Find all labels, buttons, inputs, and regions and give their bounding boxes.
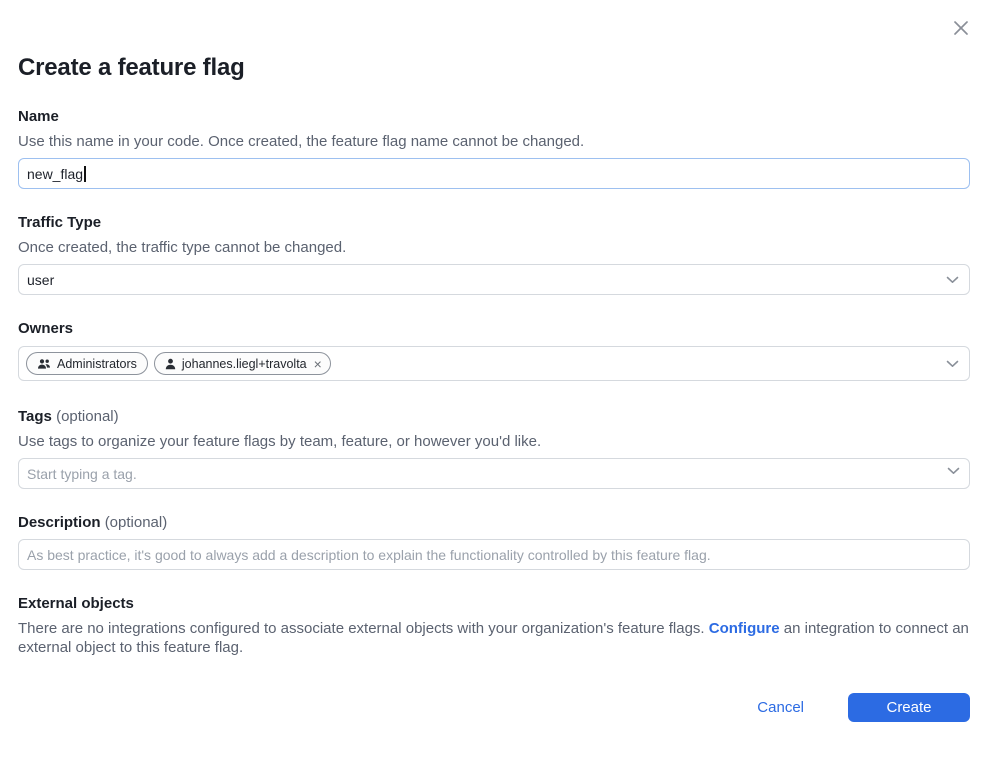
create-button[interactable]: Create (848, 693, 970, 722)
tags-help-text: Use tags to organize your feature flags … (18, 433, 970, 451)
group-icon (37, 358, 51, 370)
owner-chip-user: johannes.liegl+travolta × (154, 352, 331, 375)
remove-icon[interactable]: × (314, 357, 322, 371)
create-feature-flag-modal: Create a feature flag Name Use this name… (0, 0, 988, 763)
configure-link[interactable]: Configure (709, 620, 780, 637)
owner-chip-administrators: Administrators (26, 352, 148, 375)
owners-select[interactable]: Administrators johannes.liegl+travolta × (18, 346, 970, 381)
description-optional-label: (optional) (105, 514, 168, 531)
page-title: Create a feature flag (18, 0, 970, 82)
tags-label: Tags (optional) (18, 408, 970, 425)
chevron-down-icon (946, 360, 959, 368)
chevron-down-icon (946, 276, 959, 284)
name-help-text: Use this name in your code. Once created… (18, 133, 970, 151)
name-label: Name (18, 108, 970, 125)
owners-label: Owners (18, 320, 970, 337)
description-label: Description (optional) (18, 514, 970, 531)
cancel-button[interactable]: Cancel (757, 699, 804, 716)
name-input[interactable]: new_flag (18, 158, 970, 189)
external-objects-text: There are no integrations configured to … (18, 620, 970, 657)
name-input-value: new_flag (27, 166, 83, 182)
traffic-type-select[interactable]: user (18, 264, 970, 295)
modal-footer: Cancel Create (757, 693, 970, 722)
close-icon (951, 18, 971, 38)
external-objects-label: External objects (18, 595, 970, 612)
owner-chip-label: johannes.liegl+travolta (182, 357, 307, 371)
text-caret (84, 166, 86, 182)
traffic-type-label: Traffic Type (18, 214, 970, 231)
tags-input[interactable] (18, 458, 970, 489)
traffic-type-value: user (27, 272, 54, 288)
tags-optional-label: (optional) (56, 408, 119, 425)
description-input[interactable] (18, 539, 970, 570)
owners-chip-list: Administrators johannes.liegl+travolta × (26, 352, 331, 375)
tags-select (18, 458, 970, 489)
owner-chip-label: Administrators (57, 357, 137, 371)
close-button[interactable] (950, 17, 972, 39)
traffic-type-help-text: Once created, the traffic type cannot be… (18, 239, 970, 257)
person-icon (165, 358, 176, 370)
